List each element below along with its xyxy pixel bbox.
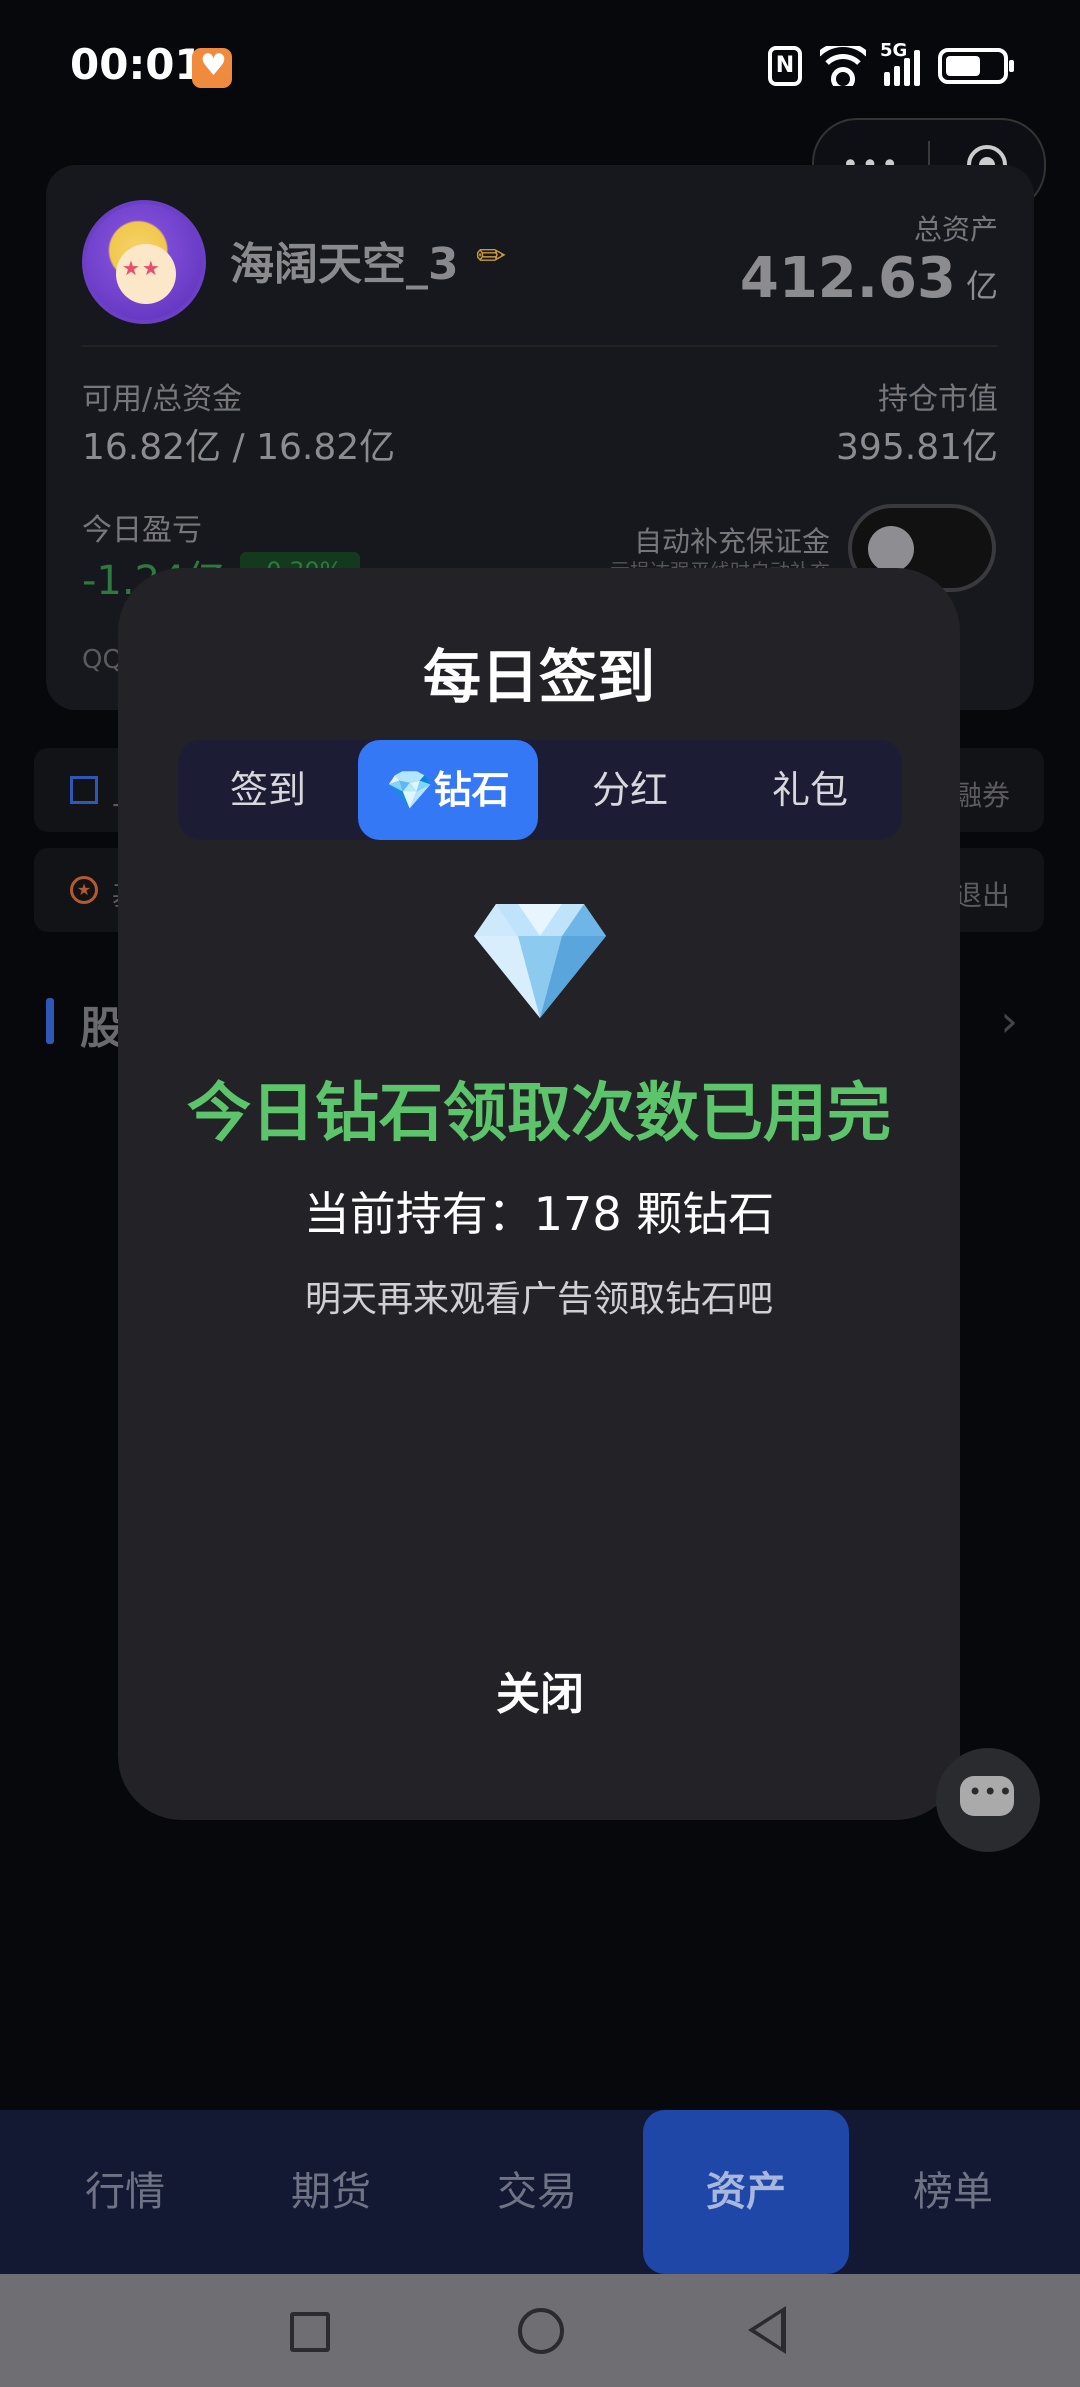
- tab-checkin[interactable]: 签到: [178, 740, 358, 840]
- row1-right-label: 融券: [953, 779, 1010, 812]
- cellular-signal-icon: 5G: [880, 40, 920, 86]
- toggle-knob: [868, 526, 914, 572]
- status-time: 00:01: [70, 40, 204, 89]
- auto-margin-label: 自动补充保证金: [633, 525, 830, 558]
- nfc-icon: N: [768, 46, 802, 86]
- home-icon[interactable]: [518, 2308, 564, 2354]
- qq-label: QQ: [82, 645, 123, 675]
- wifi-icon: [820, 46, 866, 86]
- recent-apps-icon[interactable]: [290, 2312, 330, 2352]
- diamond-icon: [474, 904, 606, 1018]
- funds-label: 可用/总资金: [82, 382, 243, 417]
- nav-market[interactable]: 行情: [22, 2110, 228, 2274]
- star-circle-icon: ★: [70, 876, 98, 904]
- tab-gift[interactable]: 礼包: [720, 740, 900, 840]
- row2-right-label: 退出: [953, 879, 1010, 912]
- chevron-right-icon[interactable]: ›: [1000, 996, 1018, 1047]
- modal-title: 每日签到: [422, 643, 655, 711]
- tab-diamond[interactable]: 💎钻石: [358, 740, 538, 840]
- diamond-limit-status: 今日钻石领取次数已用完: [187, 1077, 891, 1151]
- avatar[interactable]: [82, 200, 206, 324]
- nav-assets[interactable]: 资产: [643, 2110, 849, 2274]
- position-value: 395.81亿: [836, 427, 998, 468]
- status-icons: N 5G: [768, 40, 1014, 88]
- funds-value: 16.82亿 / 16.82亿: [82, 427, 396, 468]
- diamond-holding: 当前持有：178 颗钻石: [303, 1187, 775, 1241]
- network-type: 5G: [880, 40, 908, 61]
- heart-app-icon: [192, 48, 232, 88]
- username: 海阔天空_3: [230, 239, 459, 290]
- nav-trade[interactable]: 交易: [434, 2110, 640, 2274]
- total-assets-label: 总资产: [913, 213, 998, 246]
- diamond-hint: 明天再来观看广告领取钻石吧: [304, 1279, 773, 1320]
- chat-bubble-icon: [960, 1776, 1014, 1816]
- card-divider: [82, 345, 998, 347]
- nav-futures[interactable]: 期货: [228, 2110, 434, 2274]
- pnl-label: 今日盈亏: [82, 513, 202, 548]
- total-assets-number: 412.63: [739, 246, 956, 311]
- section-accent-bar: [46, 998, 54, 1044]
- bank-icon: [70, 776, 98, 804]
- battery-icon: [938, 48, 1014, 84]
- nav-leaderboard[interactable]: 榜单: [850, 2110, 1056, 2274]
- position-label: 持仓市值: [878, 382, 998, 417]
- close-button[interactable]: 关闭: [420, 1660, 660, 1730]
- tab-dividend[interactable]: 分红: [540, 740, 720, 840]
- total-assets-unit: 亿: [965, 267, 998, 305]
- edit-pencil-icon[interactable]: ✏: [476, 236, 506, 277]
- total-assets-value: 412.63 亿: [740, 246, 998, 311]
- back-icon[interactable]: [748, 2306, 786, 2354]
